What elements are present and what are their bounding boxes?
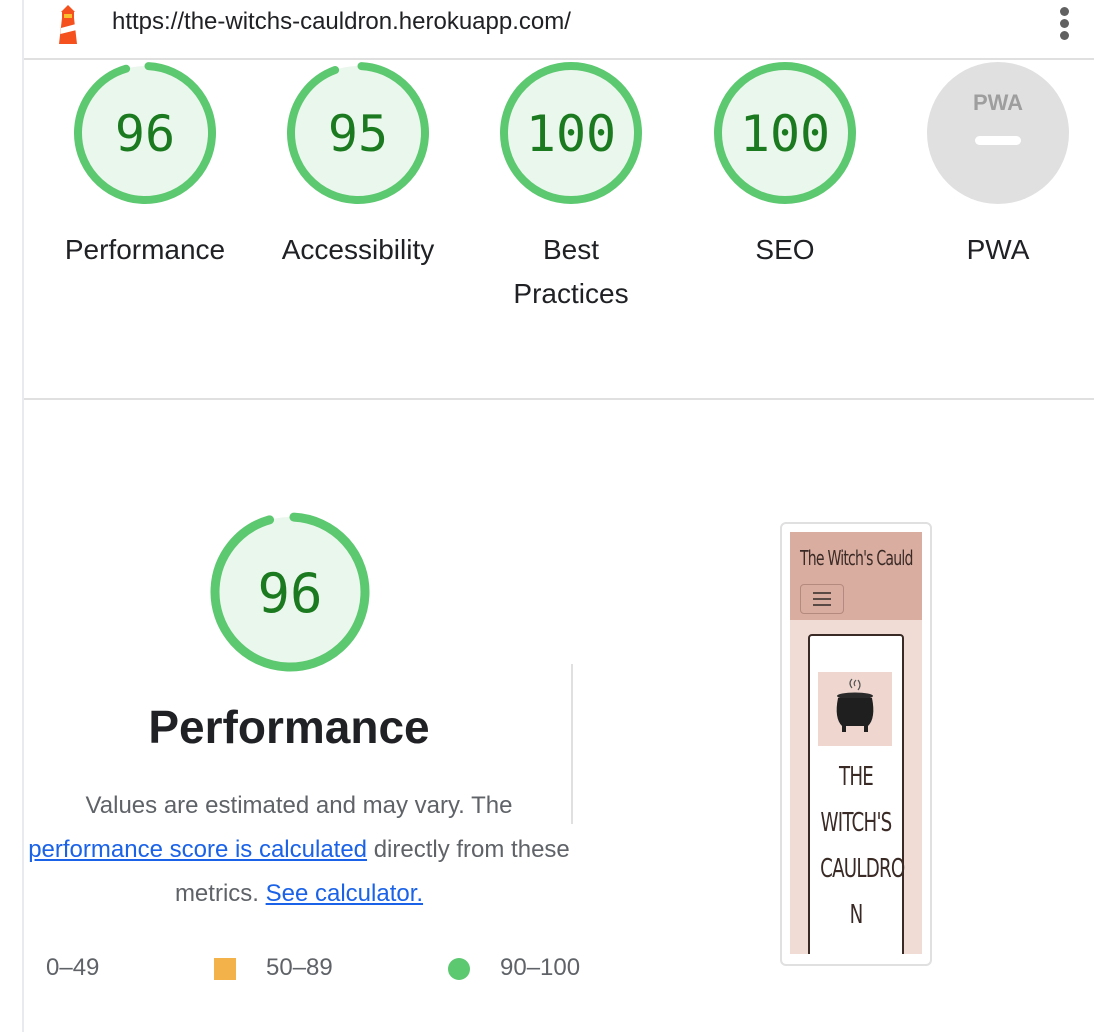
see-calculator-link[interactable]: See calculator.	[266, 880, 423, 907]
score-value: 96	[115, 105, 175, 163]
cauldron-image	[818, 672, 892, 746]
gauge-seo[interactable]: 100 SEO	[675, 60, 895, 272]
kebab-menu-icon[interactable]	[1054, 4, 1074, 48]
site-heading: THE WITCH'S CAULDRO N	[820, 762, 905, 930]
lighthouse-icon	[59, 5, 77, 44]
site-navbar: The Witch's Cauld	[790, 532, 922, 620]
performance-description: Values are estimated and may vary. The p…	[24, 784, 574, 916]
gauge-best-practices[interactable]: 100 Best Practices	[461, 60, 681, 316]
legend-average: 50–89	[266, 954, 333, 981]
gauge-label: Performance	[64, 234, 226, 265]
legend-pass: 90–100	[500, 954, 581, 981]
score-ring: 96	[74, 62, 216, 204]
gauge-performance[interactable]: 96 Performance	[35, 60, 255, 272]
legend-fail: 0–49	[46, 954, 100, 981]
performance-title: Performance	[148, 701, 430, 753]
performance-section: 96 Performance Values are estimated and …	[24, 400, 1094, 1032]
site-title: The Witch's Cauld	[800, 546, 913, 570]
score-ring: 100	[714, 62, 856, 204]
score-value: 96	[257, 562, 322, 625]
screenshot-page: The Witch's Cauld THE WITCH'S CAULDRO N	[790, 532, 922, 954]
report-topbar: https://the-witchs-cauldron.herokuapp.co…	[24, 0, 1094, 60]
desc-text: Values are estimated and may vary. The	[85, 792, 513, 819]
gauge-label: Accessibility	[281, 234, 435, 265]
gauge-pwa[interactable]: PWA PWA	[888, 60, 1094, 272]
score-value: 100	[526, 105, 616, 163]
site-card: THE WITCH'S CAULDRO N	[808, 634, 905, 954]
performance-score-gauge: 96	[210, 512, 370, 672]
pwa-badge-icon: PWA	[927, 62, 1069, 204]
pass-circle-icon	[448, 958, 470, 980]
final-screenshot[interactable]: The Witch's Cauld THE WITCH'S CAULDRO N	[780, 522, 932, 966]
score-ring: 100	[500, 62, 642, 204]
score-calculated-link[interactable]: performance score is calculated	[28, 836, 367, 863]
hamburger-icon	[800, 584, 844, 614]
category-gauges: 96 Performance 95 Accessibility 100 Best…	[24, 60, 1094, 400]
section-divider	[571, 664, 573, 824]
pwa-badge-text: PWA	[973, 90, 1023, 115]
average-square-icon	[214, 958, 236, 980]
gauge-label: PWA	[966, 234, 1030, 265]
gauge-label: SEO	[755, 234, 815, 265]
cauldron-icon	[836, 678, 874, 732]
score-ring: 95	[287, 62, 429, 204]
gauge-label: Best Practices	[513, 234, 629, 309]
score-value: 95	[328, 105, 388, 163]
report-url[interactable]: https://the-witchs-cauldron.herokuapp.co…	[112, 8, 571, 36]
gauge-accessibility[interactable]: 95 Accessibility	[248, 60, 468, 272]
score-legend: 0–49 50–89 90–100	[24, 950, 624, 990]
score-value: 100	[740, 105, 830, 163]
